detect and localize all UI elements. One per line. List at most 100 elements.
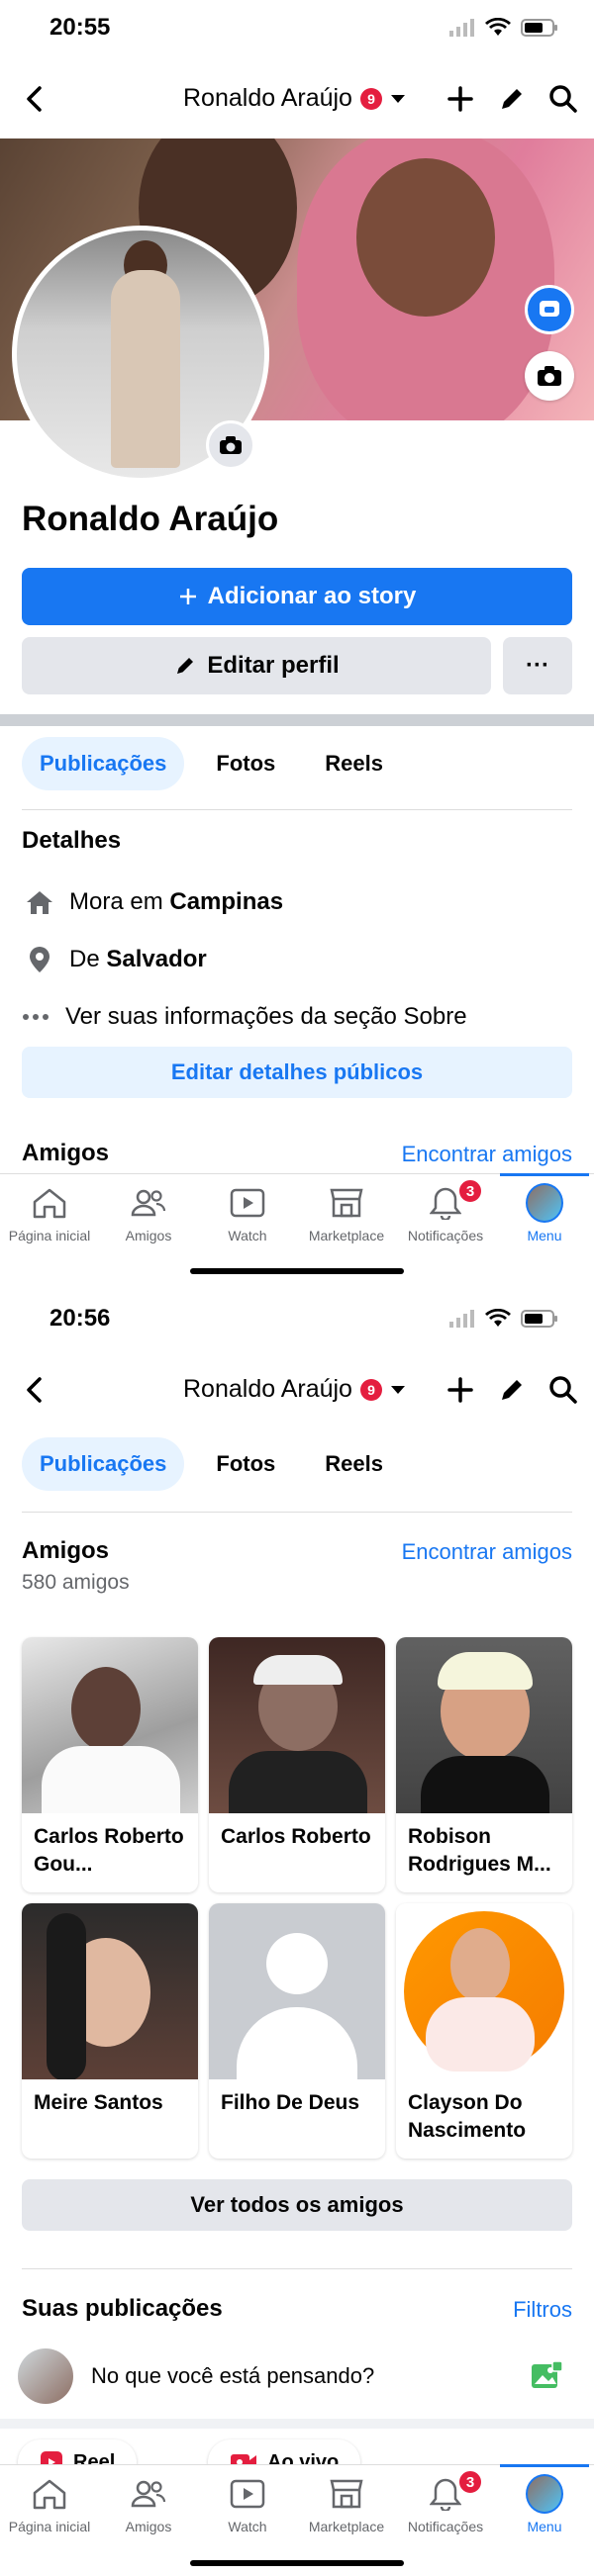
nav-label: Watch [228,2519,267,2534]
friend-name: Robison Rodrigues M... [408,1825,551,1877]
nav-friends[interactable]: Amigos [99,2465,198,2563]
see-all-friends-button[interactable]: Ver todos os amigos [22,2179,572,2231]
friend-name: Meire Santos [34,2091,163,2114]
profile-switcher[interactable]: Ronaldo Araújo 9 [183,84,406,113]
tab-reels[interactable]: Reels [307,737,401,790]
search-icon[interactable] [546,1373,580,1407]
pencil-icon[interactable] [495,82,529,116]
tab-fotos[interactable]: Fotos [198,1437,293,1491]
add-story-button[interactable]: Adicionar ao story [22,568,572,625]
profile-switcher[interactable]: Ronaldo Araújo 9 [183,1375,406,1404]
search-icon[interactable] [546,82,580,116]
composer-placeholder: No que você está pensando? [91,2363,375,2388]
posts-heading: Suas publicações [22,2295,223,2322]
friends-count: 580 amigos [22,1571,130,1594]
see-all-label: Ver todos os amigos [190,2192,404,2217]
nav-label: Página inicial [8,1228,91,1243]
friends-icon [130,2475,167,2513]
nav-friends[interactable]: Amigos [99,1174,198,1272]
nav-label: Marketplace [308,1228,385,1243]
signal-icon [449,19,474,37]
signal-icon [449,1310,474,1328]
nav-label: Marketplace [308,2519,385,2534]
friend-card[interactable]: Carlos Roberto Gou... [22,1637,198,1892]
divider [22,2268,572,2269]
edit-profile-label: Editar perfil [207,652,340,679]
details-from: De Salvador [26,946,207,973]
nav-label: Menu [527,2519,562,2534]
lives-prefix: Mora em [69,888,163,915]
tab-reels[interactable]: Reels [307,1437,401,1491]
friend-name: Filho De Deus [221,2091,360,2114]
nav-label: Notificações [407,2519,484,2534]
friend-card[interactable]: Carlos Roberto [209,1637,385,1892]
more-options-button[interactable]: ··· [503,637,572,694]
chevron-down-icon [390,1385,405,1394]
details-about-link[interactable]: Ver suas informações da seção Sobre [22,1003,467,1031]
post-composer[interactable]: No que você está pensando? [18,2348,374,2404]
back-arrow-icon[interactable] [18,1373,51,1407]
nav-menu[interactable]: Menu [495,2464,594,2563]
nav-label: Watch [228,1228,267,1243]
cover-camera-icon[interactable] [525,351,574,401]
section-divider [0,714,594,726]
friend-photo [22,1903,198,2079]
status-time: 20:55 [50,14,111,41]
top-bar: Ronaldo Araújo 9 [0,64,594,134]
nav-notifications[interactable]: 3 Notificações [396,2465,495,2563]
wifi-icon [485,1309,511,1327]
divider [22,809,572,810]
friend-card[interactable]: Meire Santos [22,1903,198,2159]
back-arrow-icon[interactable] [18,82,51,116]
edit-public-details-button[interactable]: Editar detalhes públicos [22,1047,572,1098]
home-indicator [190,2560,404,2566]
nav-home[interactable]: Página inicial [0,2465,99,2563]
friend-photo [396,1637,572,1813]
nav-watch[interactable]: Watch [198,1174,297,1272]
avatar-frame-icon[interactable] [525,285,574,334]
photo-icon[interactable] [531,2360,563,2396]
friend-card[interactable]: Filho De Deus [209,1903,385,2159]
nav-label: Menu [527,1228,562,1243]
friend-card[interactable]: Robison Rodrigues M... [396,1637,572,1892]
add-icon[interactable] [444,82,477,116]
top-bar: Ronaldo Araújo 9 [0,1355,594,1425]
profile-camera-icon[interactable] [206,420,255,470]
pencil-icon [177,658,194,674]
page-title: Ronaldo Araújo [183,84,352,112]
nav-menu[interactable]: Menu [495,1173,594,1272]
friends-heading: Amigos [22,1140,110,1166]
home-icon [26,888,53,916]
nav-notifications[interactable]: 3 Notificações [396,1174,495,1272]
home-indicator [190,1268,404,1274]
find-friends-link[interactable]: Encontrar amigos [402,1142,572,1167]
nav-label: Amigos [125,2519,172,2534]
nav-marketplace[interactable]: Marketplace [297,2465,396,2563]
notification-badge: 3 [457,2469,483,2495]
nav-marketplace[interactable]: Marketplace [297,1174,396,1272]
tab-publicacoes[interactable]: Publicações [22,737,185,790]
bottom-navigation: Página inicial Amigos Watch Marketplace … [0,1173,594,1272]
nav-label: Amigos [125,1228,172,1243]
tab-publicacoes[interactable]: Publicações [22,1437,185,1491]
find-friends-link[interactable]: Encontrar amigos [402,1539,572,1565]
from-prefix: De [69,946,100,972]
nav-home[interactable]: Página inicial [0,1174,99,1272]
edit-profile-button[interactable]: Editar perfil [22,637,491,694]
tab-fotos[interactable]: Fotos [198,737,293,790]
nav-watch[interactable]: Watch [198,2465,297,2563]
divider [22,1512,572,1513]
avatar [18,2348,73,2404]
add-icon[interactable] [444,1373,477,1407]
friends-icon [130,1184,167,1222]
filters-link[interactable]: Filtros [513,2297,572,2323]
ellipsis-icon [22,1003,50,1031]
add-story-label: Adicionar ao story [207,583,417,609]
pencil-icon[interactable] [495,1373,529,1407]
section-divider [0,2419,594,2429]
friend-card[interactable]: Clayson Do Nascimento [396,1903,572,2159]
profile-name: Ronaldo Araújo [22,500,279,538]
status-bar: 20:55 [0,0,594,59]
bottom-navigation: Página inicial Amigos Watch Marketplace … [0,2464,594,2563]
lives-city: Campinas [169,888,284,915]
